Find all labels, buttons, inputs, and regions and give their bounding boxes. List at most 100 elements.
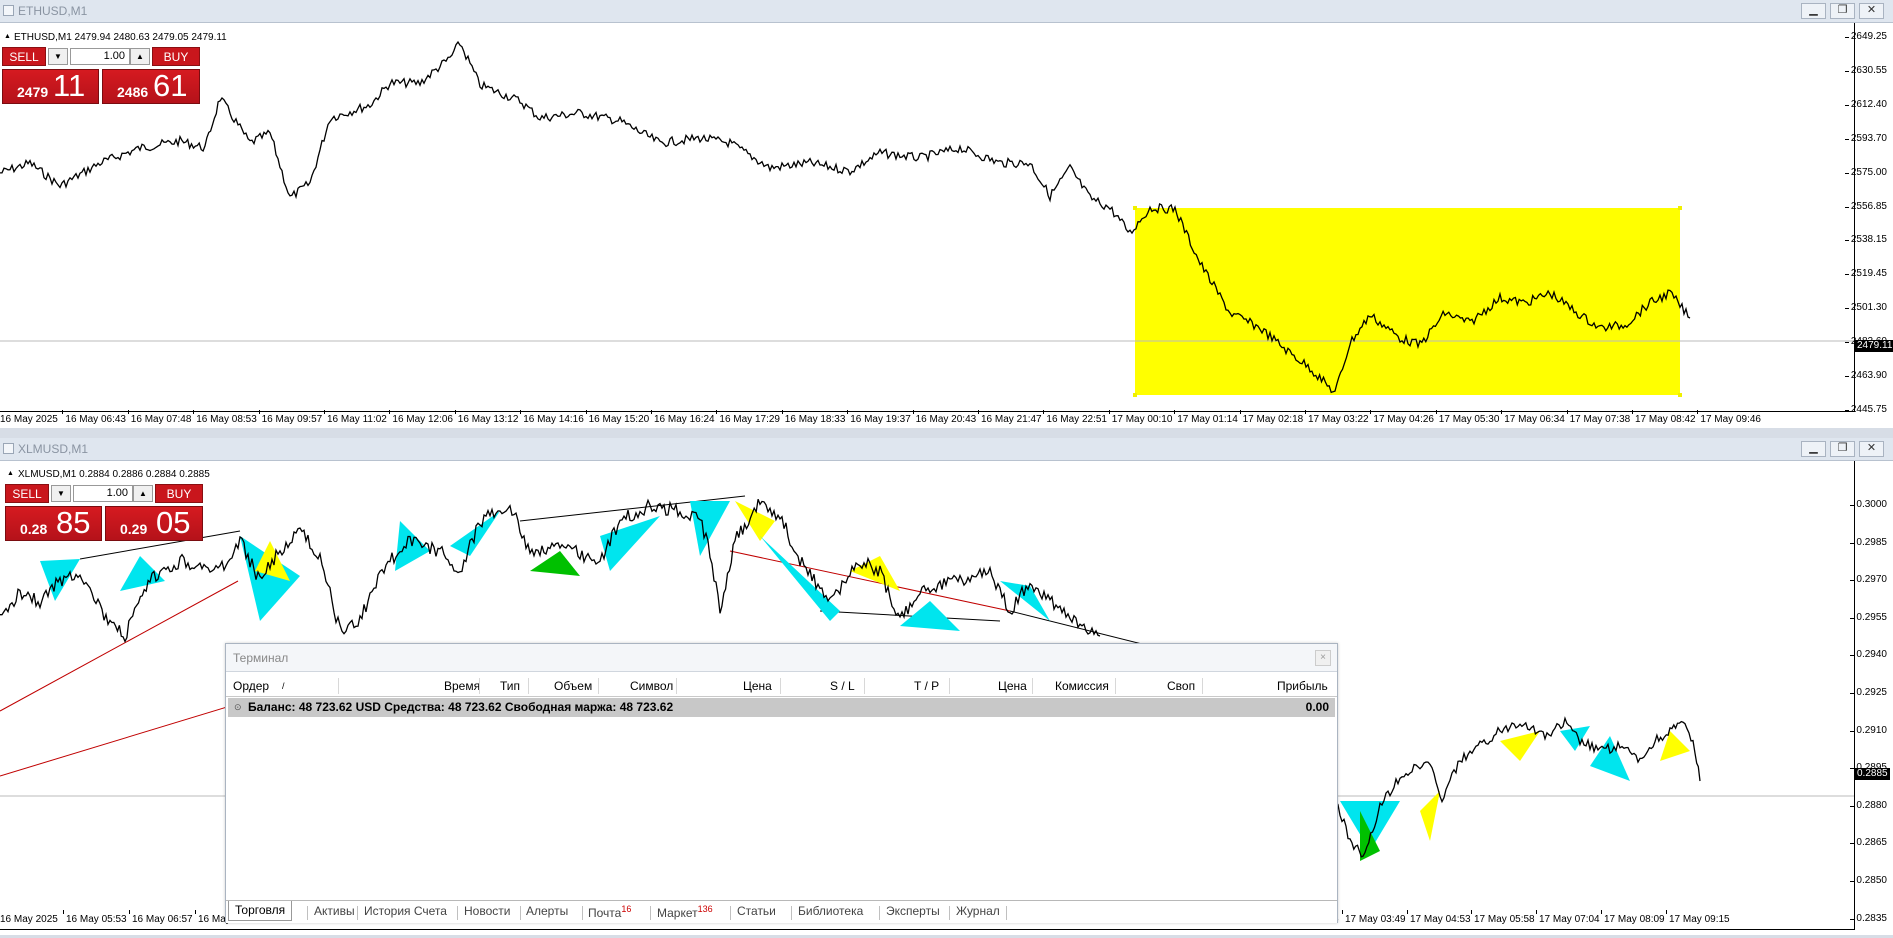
zigzag-pattern-fill (1660, 731, 1690, 761)
zigzag-pattern-fill (1590, 736, 1630, 781)
time-tick-label: 17 May 05:58 (1471, 910, 1535, 925)
col-tp[interactable]: T / P (914, 679, 939, 693)
terminal-panel[interactable]: Терминал × Ордер / Время Тип Объем Симво… (225, 643, 1338, 923)
window-titlebar[interactable]: ETHUSD,M1 ▁ ❐ ✕ (0, 0, 1893, 23)
time-tick-label: 17 May 07:38 (1566, 410, 1631, 425)
tab-separator (791, 906, 792, 920)
col-swap[interactable]: Своп (1167, 679, 1195, 693)
lot-size-input[interactable]: 1.00 (70, 48, 130, 65)
time-tick-label: 17 May 04:53 (1407, 910, 1471, 925)
tab-assets[interactable]: Активы (314, 904, 355, 918)
current-price-label: 0.2885 (1855, 768, 1890, 780)
tab-experts[interactable]: Эксперты (886, 904, 940, 918)
sell-price-quote[interactable]: 2479 11 (2, 68, 99, 104)
column-divider[interactable] (1202, 678, 1203, 694)
column-divider[interactable] (864, 678, 865, 694)
lot-up-arrow[interactable]: ▲ (130, 48, 150, 65)
balance-row[interactable]: ⊙ Баланс: 48 723.62 USD Средства: 48 723… (228, 698, 1335, 717)
tab-separator (1006, 906, 1007, 920)
zigzag-pattern-fill (1560, 726, 1590, 751)
lot-size-input[interactable]: 1.00 (73, 485, 133, 502)
column-divider[interactable] (676, 678, 677, 694)
lot-down-arrow[interactable]: ▼ (51, 485, 71, 502)
restore-icon: ❐ (1837, 442, 1848, 454)
window-titlebar[interactable]: XLMUSD,M1 ▁ ❐ ✕ (0, 438, 1893, 461)
tab-journal[interactable]: Журнал (956, 904, 1000, 918)
restore-button[interactable]: ❐ (1830, 3, 1855, 19)
time-axis[interactable]: 16 May 2025 16 May 06:43 16 May 07:48 16 Ma… (0, 410, 1854, 428)
price-tick-label: 0.2940 (1850, 649, 1887, 661)
lot-down-arrow[interactable]: ▼ (48, 48, 68, 65)
price-axis[interactable]: 0.3000 0.2985 0.2970 0.2955 0.2940 0.2925 0.29… (1850, 461, 1893, 929)
column-divider[interactable] (528, 678, 529, 694)
col-order[interactable]: Ордер (233, 679, 269, 693)
col-time[interactable]: Время (444, 679, 480, 693)
buy-button[interactable]: BUY (155, 484, 203, 503)
one-click-trading-panel: SELL ▼ 1.00 ▲ BUY 0.28 85 0.29 05 (5, 483, 203, 541)
tab-account-history[interactable]: История Счета (364, 904, 447, 918)
restore-button[interactable]: ❐ (1830, 441, 1855, 457)
tab-market[interactable]: Маркет136 (657, 904, 713, 920)
column-divider[interactable] (1115, 678, 1116, 694)
col-current-price[interactable]: Цена (998, 679, 1027, 693)
tab-trade[interactable]: Торговля (228, 901, 293, 921)
col-volume[interactable]: Объем (554, 679, 592, 693)
price-tick-label: 2501.30 (1844, 302, 1887, 314)
time-tick-label: 17 May 06:34 (1501, 410, 1565, 425)
col-symbol[interactable]: Символ (630, 679, 673, 693)
col-price[interactable]: Цена (743, 679, 772, 693)
tab-articles[interactable]: Статьи (737, 904, 776, 918)
buy-button[interactable]: BUY (152, 47, 200, 66)
price-tick-label: 0.2985 (1850, 536, 1887, 548)
tab-alerts[interactable]: Алерты (526, 904, 568, 918)
balance-profit: 0.00 (1305, 700, 1329, 714)
sell-price-prefix: 0.28 (20, 521, 48, 537)
col-commission[interactable]: Комиссия (1055, 679, 1109, 693)
col-type[interactable]: Тип (500, 679, 520, 693)
chart-window-ethusd[interactable]: ETHUSD,M1 ▁ ❐ ✕ 2649.25 2630.55 2612.40 259… (0, 0, 1893, 428)
terminal-close-button[interactable]: × (1315, 650, 1331, 666)
rectangle-handle (1678, 393, 1682, 397)
time-tick-label: 16 May 2025 (0, 914, 58, 925)
zigzag-pattern-fill (1420, 791, 1440, 841)
mail-badge: 16 (621, 904, 632, 914)
close-button[interactable]: ✕ (1859, 3, 1884, 19)
time-tick-label: 17 May 08:09 (1601, 910, 1665, 925)
terminal-titlebar[interactable]: Терминал × (226, 644, 1337, 672)
time-tick-label: 16 May 2025 (0, 414, 58, 425)
sell-button[interactable]: SELL (5, 484, 49, 503)
tab-library[interactable]: Библиотека (798, 904, 863, 918)
price-tick-label: 2649.25 (1844, 31, 1887, 42)
sell-price-quote[interactable]: 0.28 85 (5, 505, 102, 541)
column-divider[interactable] (338, 678, 339, 694)
tab-mail[interactable]: Почта16 (588, 904, 631, 920)
sell-button[interactable]: SELL (2, 47, 46, 66)
tab-separator (949, 906, 950, 920)
tab-news[interactable]: Новости (464, 904, 510, 918)
time-tick-label: 16 May 06:43 (62, 410, 126, 425)
column-divider[interactable] (949, 678, 950, 694)
price-chart-area[interactable] (0, 23, 1855, 412)
column-divider[interactable] (598, 678, 599, 694)
column-divider[interactable] (780, 678, 781, 694)
buy-price-quote[interactable]: 2486 61 (102, 68, 200, 104)
tab-separator (457, 906, 458, 920)
minimize-button[interactable]: ▁ (1801, 441, 1826, 457)
col-sl[interactable]: S / L (830, 679, 855, 693)
time-tick-label: 16 May 14:16 (520, 410, 584, 425)
close-button[interactable]: ✕ (1859, 441, 1884, 457)
zigzag-pattern-fill (735, 501, 775, 541)
col-profit[interactable]: Прибыль (1277, 679, 1328, 693)
lot-up-arrow[interactable]: ▲ (133, 485, 153, 502)
chevron-up-icon: ▲ (136, 52, 144, 61)
orders-table-header: Ордер / Время Тип Объем Символ Цена S / … (226, 676, 1337, 697)
price-axis[interactable]: 2649.25 2630.55 2612.40 2593.70 2575.00 2556.… (1844, 23, 1893, 415)
minimize-icon: ▁ (1809, 4, 1818, 16)
price-tick-label: 0.2910 (1850, 724, 1887, 736)
column-divider[interactable] (1032, 678, 1033, 694)
current-price-label: 2479.11 (1855, 340, 1893, 352)
column-divider[interactable] (479, 678, 480, 694)
buy-price-quote[interactable]: 0.29 05 (105, 505, 203, 541)
time-tick-label: 16 May 05:53 (63, 910, 127, 925)
minimize-button[interactable]: ▁ (1801, 3, 1826, 19)
